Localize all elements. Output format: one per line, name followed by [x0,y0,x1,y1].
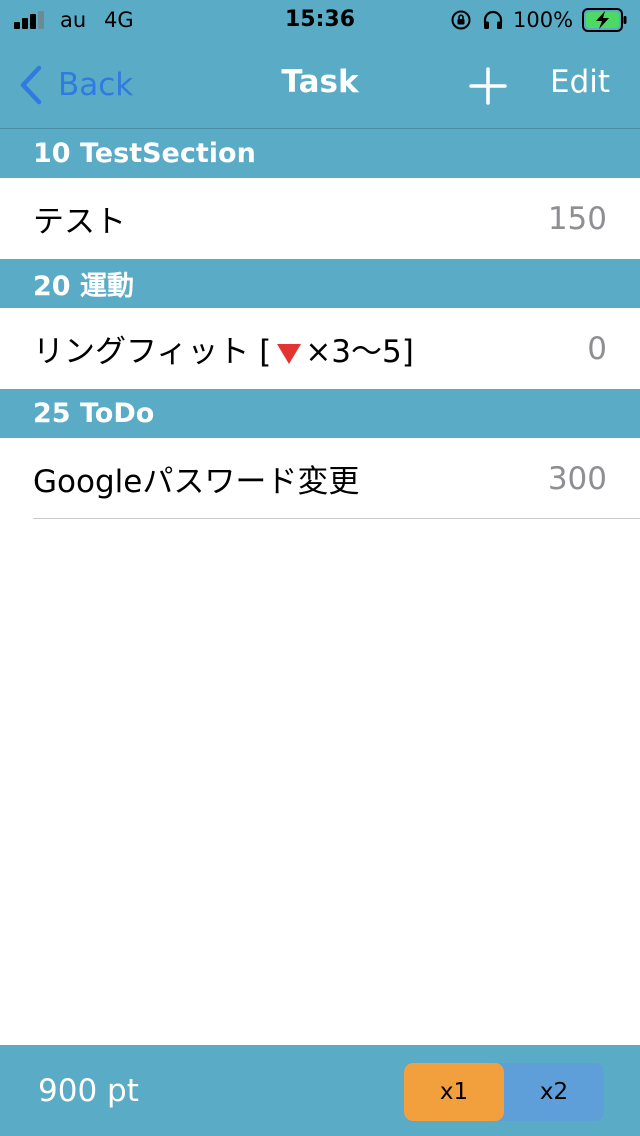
screen: au 4G 15:36 100% Back Task Edit 10 TestS… [0,0,640,1136]
task-points: 0 [587,330,607,367]
task-title: Googleパスワード変更 [33,464,360,500]
total-points: 900 pt [38,1073,139,1109]
task-row[interactable]: テスト 150 [0,178,640,259]
back-button[interactable]: Back [18,60,133,110]
red-triangle-icon [277,343,302,364]
multiplier-x2-segment[interactable]: x2 [504,1063,604,1121]
task-points: 150 [547,200,607,237]
task-title: リングフィット [ ×3～5] [33,326,587,371]
task-title-suffix: ×3～5] [305,334,414,370]
task-row[interactable]: リングフィット [ ×3～5] 0 [0,308,640,389]
headphones-icon [483,10,503,29]
task-title-prefix: リングフィット [ [33,334,272,370]
task-points: 300 [547,460,607,497]
task-title: テスト [33,204,126,240]
navigation-bar: au 4G 15:36 100% Back Task Edit [0,0,640,129]
status-bar: au 4G 15:36 100% [0,0,640,40]
multiplier-x1-segment[interactable]: x1 [404,1063,504,1121]
multiplier-segmented-control: x1 x2 [404,1063,604,1121]
battery-charging-icon [582,8,627,32]
task-list: 10 TestSection テスト 150 20 運動 リングフィット [ ×3… [0,129,640,519]
edit-button[interactable]: Edit [550,64,610,100]
section-header: 25 ToDo [0,389,640,438]
battery-percent: 100% [513,8,574,32]
section-header: 20 運動 [0,259,640,308]
section-header: 10 TestSection [0,129,640,178]
task-row[interactable]: Googleパスワード変更 300 [0,438,640,519]
add-icon[interactable] [468,66,508,106]
bottom-toolbar: 900 pt x1 x2 [0,1045,640,1136]
back-label: Back [58,67,134,103]
back-chevron-icon [20,65,42,105]
rotation-lock-icon [451,10,471,30]
